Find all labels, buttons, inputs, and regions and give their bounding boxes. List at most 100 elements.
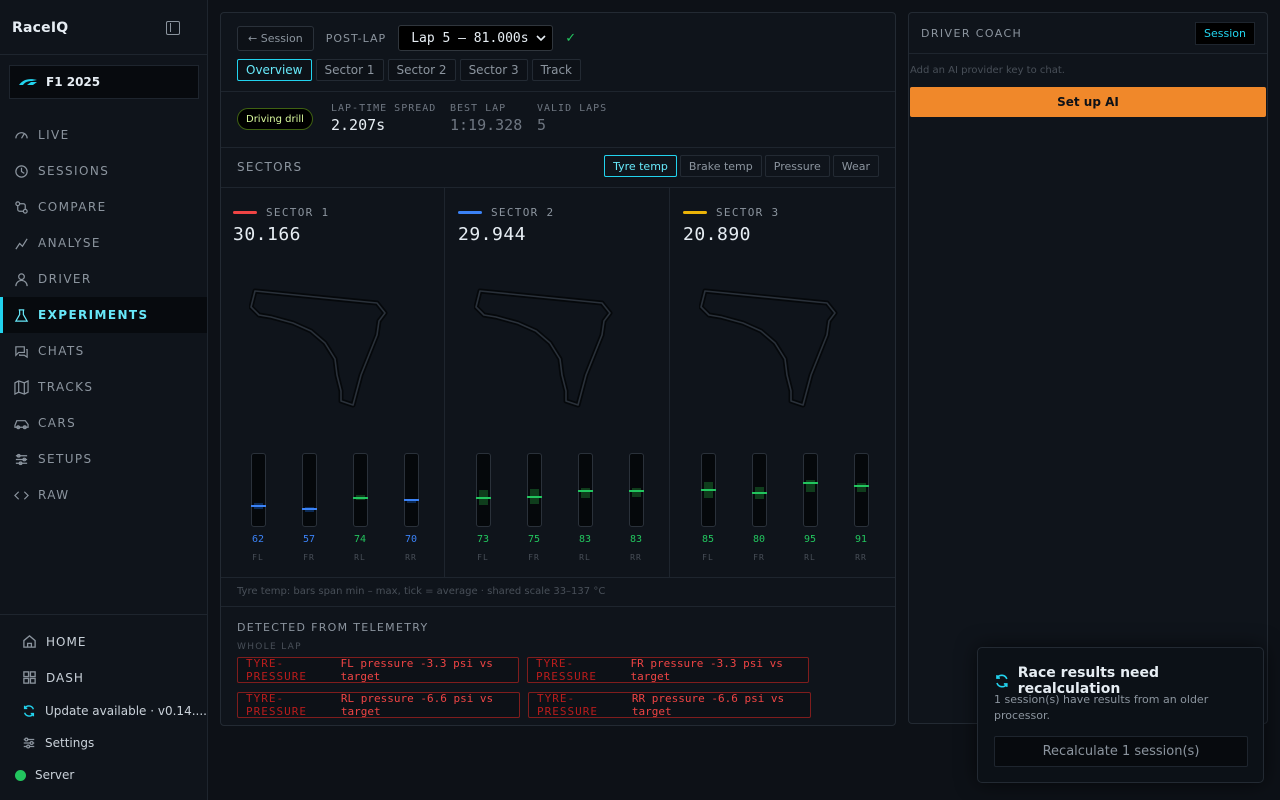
game-name: F1 2025 xyxy=(46,75,101,89)
history-icon xyxy=(14,164,29,179)
chat-icon xyxy=(14,344,29,359)
divider xyxy=(221,147,895,148)
sector-header: SECTOR 2 xyxy=(458,206,554,219)
flask-icon xyxy=(14,308,29,323)
issue-type: TYRE-PRESSURE xyxy=(536,657,597,683)
update-link[interactable]: Update available · v0.14.... xyxy=(22,704,207,718)
sector-time: 30.166 xyxy=(233,224,302,245)
valid-laps-stat: VALID LAPS 5 xyxy=(537,103,607,134)
tyre-range xyxy=(580,487,590,498)
tyre-avg-tick xyxy=(700,489,716,491)
sector-name: SECTOR 3 xyxy=(716,206,780,219)
stat-value: 5 xyxy=(537,116,547,134)
divider xyxy=(221,91,895,92)
tab-sector-1[interactable]: Sector 1 xyxy=(315,59,384,81)
telemetry-issue[interactable]: TYRE-PRESSURE FR pressure -3.3 psi vs tar… xyxy=(527,657,809,683)
sidebar-item-chats[interactable]: CHATS xyxy=(0,333,207,369)
tyre-avg-value: 85 xyxy=(701,534,715,545)
f1-logo-icon xyxy=(19,79,37,85)
sidebar-item-label: SESSIONS xyxy=(38,164,110,178)
metric-tab-brake-temp[interactable]: Brake temp xyxy=(679,155,762,177)
tyre-temps: 85 FL 80 FR 95 RL 91 RR xyxy=(693,453,883,563)
sidebar-item-experiments[interactable]: EXPERIMENTS xyxy=(0,297,207,333)
sidebar-item-sessions[interactable]: SESSIONS xyxy=(0,153,207,189)
check-icon: ✓ xyxy=(565,30,577,46)
sidebar-item-label: DRIVER xyxy=(38,272,92,286)
recalculate-button[interactable]: Recalculate 1 session(s) xyxy=(994,736,1248,767)
tyre-gauge: 74 RL xyxy=(340,453,380,562)
refresh-icon xyxy=(996,674,1008,688)
back-to-session-button[interactable]: ← Session xyxy=(237,25,314,51)
setup-ai-button[interactable]: Set up AI xyxy=(910,87,1266,117)
metric-tab-wear[interactable]: Wear xyxy=(832,155,879,177)
sidebar-item-driver[interactable]: DRIVER xyxy=(0,261,207,297)
sidebar-item-analyse[interactable]: ANALYSE xyxy=(0,225,207,261)
gauge-icon xyxy=(14,128,29,143)
tab-overview[interactable]: Overview xyxy=(237,59,312,81)
settings-link[interactable]: Settings xyxy=(22,736,94,750)
sector-card[interactable]: SECTOR 2 29.944 73 FL 75 FR 83 RL 83 RR xyxy=(446,187,670,577)
sidebar-item-compare[interactable]: COMPARE xyxy=(0,189,207,225)
sidebar-collapse-icon[interactable] xyxy=(166,21,180,35)
driver-coach-panel: DRIVER COACH Session Add an AI provider … xyxy=(908,12,1268,724)
tyre-avg-tick xyxy=(853,484,869,487)
tyre-gauge: 62 FL xyxy=(238,453,278,562)
tyre-avg-value: 83 xyxy=(629,534,643,545)
tyre-bar xyxy=(352,453,368,527)
update-label: Update available · v0.14.... xyxy=(45,704,207,718)
tyre-position: RR xyxy=(405,553,417,562)
lap-time-spread-stat: LAP-TIME SPREAD 2.207s xyxy=(331,103,436,134)
issue-message: FR pressure -3.3 psi vs target xyxy=(630,657,783,683)
tyre-avg-tick xyxy=(526,495,542,498)
tyre-avg-value: 70 xyxy=(404,534,418,545)
coach-scope-tag[interactable]: Session xyxy=(1195,22,1255,45)
dashboard-icon xyxy=(23,671,36,684)
track-map-icon xyxy=(699,288,838,408)
tyre-position: RL xyxy=(579,553,591,562)
tab-sector-3[interactable]: Sector 3 xyxy=(459,59,528,81)
tyre-avg-tick xyxy=(628,490,644,493)
legend-note: Tyre temp: bars span min – max, tick = a… xyxy=(237,586,606,597)
sidebar: RaceIQ F1 2025 LIVE SESSIONS COMPARE ANALYS… xyxy=(0,0,208,800)
sector-card[interactable]: SECTOR 1 30.166 62 FL 57 FR 74 RL 70 RR xyxy=(221,187,445,577)
tyre-bar xyxy=(700,453,716,527)
sector-header: SECTOR 1 xyxy=(233,206,329,219)
game-selector[interactable]: F1 2025 xyxy=(9,65,199,99)
issue-message: RR pressure -6.6 psi vs target xyxy=(631,692,785,718)
issue-message: FL pressure -3.3 psi vs target xyxy=(340,657,493,683)
tyre-bar xyxy=(250,453,266,527)
tab-track[interactable]: Track xyxy=(531,59,581,81)
server-status-dot xyxy=(15,769,26,781)
sidebar-item-label: RAW xyxy=(38,488,70,502)
home-link[interactable]: HOME xyxy=(22,634,86,649)
metric-tab-tyre-temp[interactable]: Tyre temp xyxy=(604,155,677,177)
tyre-gauge: 95 RL xyxy=(790,453,830,562)
sidebar-item-label: CHATS xyxy=(38,344,85,358)
divider xyxy=(221,606,895,607)
coach-title: DRIVER COACH xyxy=(921,27,1023,40)
telemetry-issue[interactable]: TYRE-PRESSURE FL pressure -3.3 psi vs tar… xyxy=(237,657,519,683)
server-status[interactable]: Server xyxy=(15,768,74,782)
sidebar-item-live[interactable]: LIVE xyxy=(0,117,207,153)
tyre-avg-tick xyxy=(577,490,593,493)
tyre-position: FL xyxy=(477,553,489,562)
sector-card[interactable]: SECTOR 3 20.890 85 FL 80 FR 95 RL 91 RR xyxy=(671,187,895,577)
telemetry-issue[interactable]: TYRE-PRESSURE RR pressure -6.6 psi vs tar… xyxy=(528,692,811,718)
app-title: RaceIQ xyxy=(12,20,69,36)
best-lap-stat: BEST LAP 1:19.328 xyxy=(450,103,522,134)
telemetry-issue[interactable]: TYRE-PRESSURE RL pressure -6.6 psi vs tar… xyxy=(237,692,520,718)
divider xyxy=(0,614,208,615)
sidebar-item-raw[interactable]: RAW xyxy=(0,477,207,513)
lap-select[interactable]: Lap 5 — 81.000s xyxy=(398,25,554,51)
tab-sector-2[interactable]: Sector 2 xyxy=(387,59,456,81)
sidebar-item-setups[interactable]: SETUPS xyxy=(0,441,207,477)
dash-link[interactable]: DASH xyxy=(22,670,84,685)
sidebar-item-cars[interactable]: CARS xyxy=(0,405,207,441)
metric-tab-pressure[interactable]: Pressure xyxy=(764,155,830,177)
sidebar-item-tracks[interactable]: TRACKS xyxy=(0,369,207,405)
tyre-gauge: 85 FL xyxy=(688,453,728,562)
map-icon xyxy=(14,379,29,395)
sector-name: SECTOR 2 xyxy=(491,206,555,219)
drill-badge: Driving drill xyxy=(237,108,313,130)
track-map-icon xyxy=(474,288,613,408)
